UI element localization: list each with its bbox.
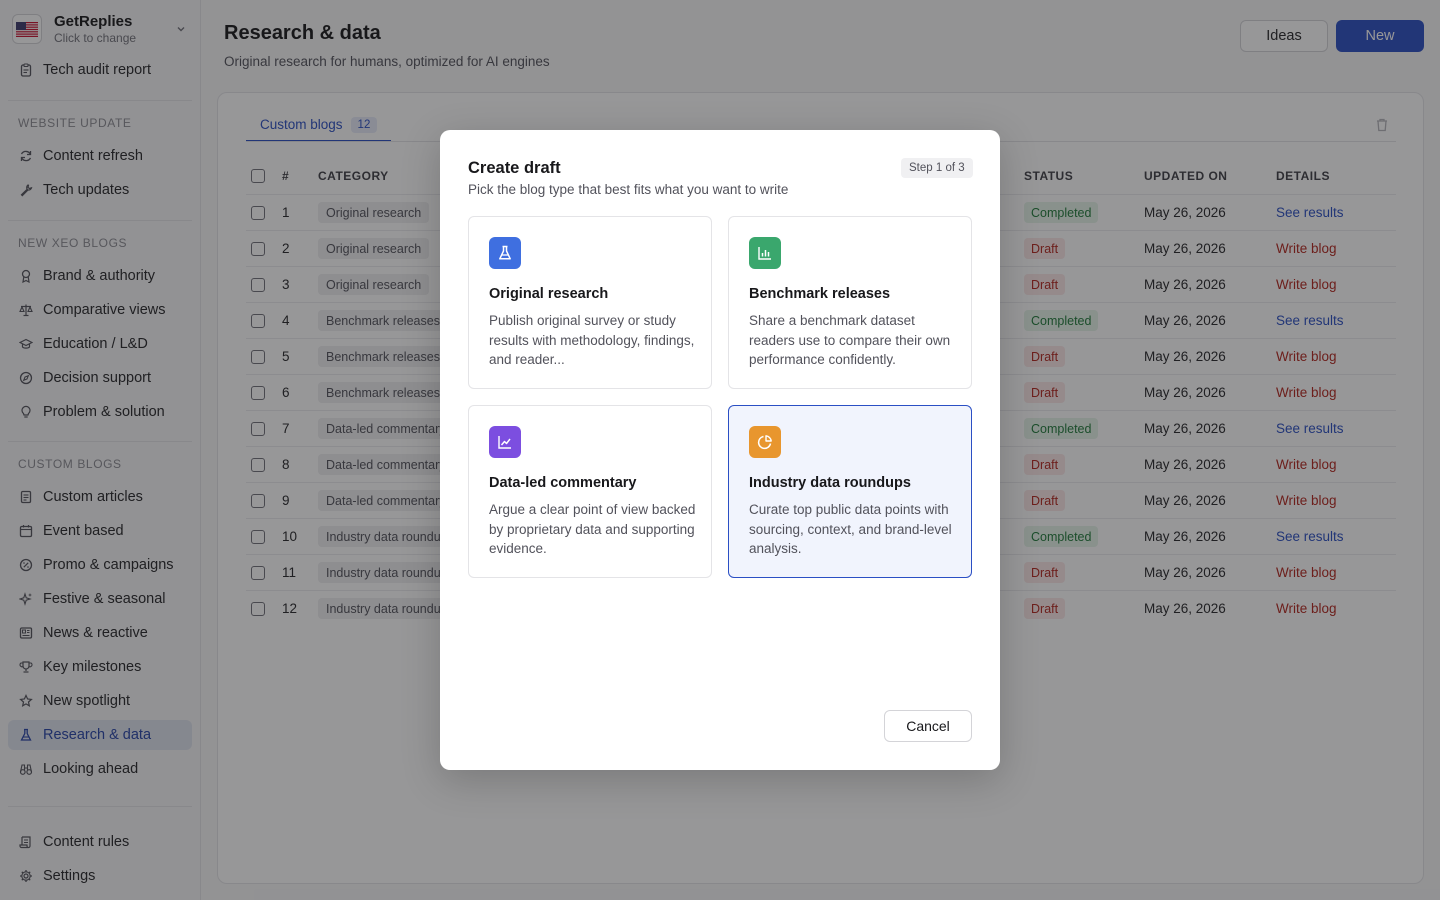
flask-icon (489, 237, 521, 269)
option-title: Industry data roundups (749, 475, 911, 491)
option-description: Argue a clear point of view backed by pr… (489, 502, 696, 556)
option-card-original-research[interactable]: Original research Publish original surve… (468, 216, 712, 389)
option-card-benchmark-releases[interactable]: Benchmark releases Share a benchmark dat… (728, 216, 972, 389)
create-draft-dialog: Create draft Pick the blog type that bes… (440, 130, 1000, 770)
dialog-subtitle: Pick the blog type that best fits what y… (468, 182, 789, 197)
dialog-title: Create draft (468, 159, 561, 177)
step-indicator: Step 1 of 3 (901, 158, 973, 178)
line-chart-icon (489, 426, 521, 458)
option-description: Curate top public data points with sourc… (749, 502, 952, 556)
option-title: Benchmark releases (749, 286, 891, 302)
option-title: Original research (489, 286, 609, 302)
option-card-industry-data-roundups[interactable]: Industry data roundups Curate top public… (728, 405, 972, 578)
option-card-data-led-commentary[interactable]: Data-led commentary Argue a clear point … (468, 405, 712, 578)
option-description: Share a benchmark dataset readers use to… (749, 313, 951, 367)
option-description: Publish original survey or study results… (489, 313, 695, 367)
bar-chart-icon (749, 237, 781, 269)
cancel-button[interactable]: Cancel (884, 710, 972, 742)
option-title: Data-led commentary (489, 475, 637, 491)
pie-chart-icon (749, 426, 781, 458)
